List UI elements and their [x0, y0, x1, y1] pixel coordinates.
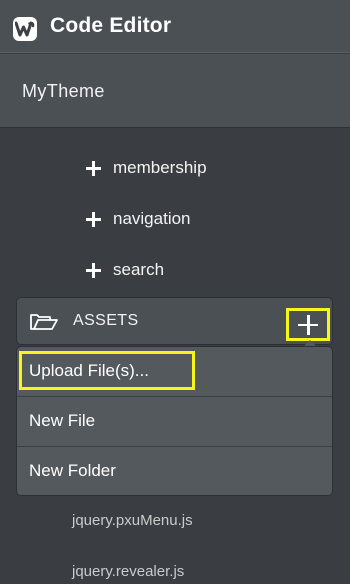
- plus-icon: [298, 314, 318, 335]
- asset-add-menu: Upload File(s)... New File New Folder: [16, 346, 333, 496]
- app-title: Code Editor: [50, 14, 172, 37]
- folder-item-navigation[interactable]: navigation: [86, 207, 191, 231]
- theme-selector[interactable]: MyTheme: [0, 54, 350, 128]
- new-folder-menu-item[interactable]: New Folder: [17, 447, 332, 496]
- plus-icon: [86, 211, 101, 227]
- add-asset-button[interactable]: [286, 308, 330, 341]
- file-item-jquery-pxumenu[interactable]: jquery.pxuMenu.js: [72, 512, 193, 529]
- menu-item-label: New Folder: [29, 461, 116, 480]
- weebly-logo-icon: [13, 17, 37, 41]
- folder-item-search[interactable]: search: [86, 258, 164, 282]
- plus-icon: [86, 160, 101, 176]
- menu-item-label: New File: [29, 411, 96, 430]
- assets-label: ASSETS: [73, 312, 139, 329]
- folder-open-icon: [30, 314, 58, 330]
- menu-item-label: Upload File(s)...: [29, 361, 149, 380]
- upload-files-menu-item[interactable]: Upload File(s)...: [17, 347, 332, 396]
- folder-item-membership[interactable]: membership: [86, 156, 207, 180]
- assets-section-header[interactable]: ASSETS: [16, 297, 333, 345]
- theme-name: MyTheme: [22, 81, 105, 101]
- app-header: Code Editor: [0, 0, 350, 53]
- new-file-menu-item[interactable]: New File: [17, 397, 332, 446]
- plus-icon: [86, 262, 101, 278]
- folder-item-label: membership: [113, 158, 207, 177]
- file-item-jquery-revealer[interactable]: jquery.revealer.js: [72, 563, 184, 580]
- folder-item-label: navigation: [113, 209, 191, 228]
- folder-item-label: search: [113, 260, 165, 279]
